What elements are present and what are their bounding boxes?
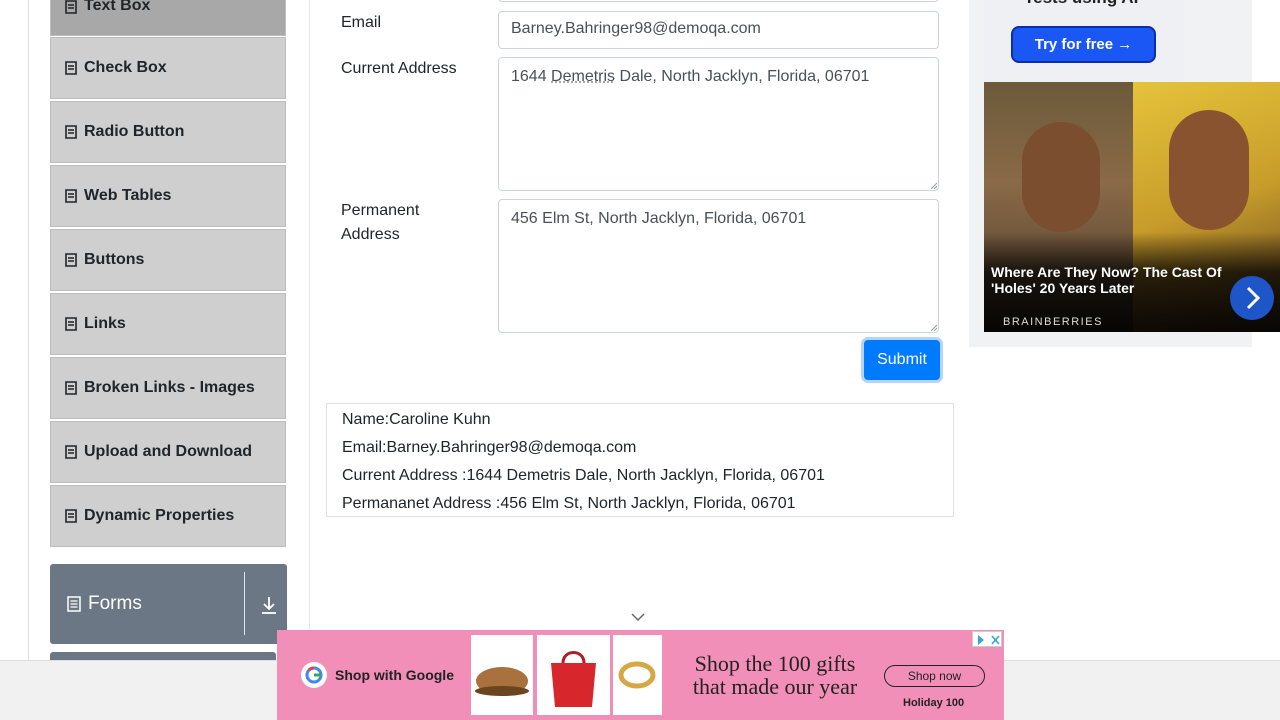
holiday-label: Holiday 100: [903, 697, 965, 709]
ad-copy: Shop the 100 gifts that made our year: [692, 651, 858, 699]
group-divider: [244, 572, 245, 635]
sidebar-item-broken-links[interactable]: Broken Links - Images: [50, 357, 286, 419]
chevron-down-icon[interactable]: [631, 612, 645, 622]
ad-choices-icon[interactable]: [972, 631, 1002, 647]
email-field[interactable]: [498, 11, 939, 49]
ad-brand: BRAINBERRIES: [1003, 316, 1103, 328]
permanent-address-field[interactable]: 456 Elm St, North Jacklyn, Florida, 0670…: [498, 199, 939, 333]
sidebar-group-label: Forms: [88, 593, 142, 614]
sidebar-group-forms[interactable]: Forms: [50, 564, 287, 644]
form-item-icon: [65, 189, 77, 203]
form-item-icon: [65, 125, 77, 139]
sidebar-item-check-box[interactable]: Check Box: [50, 37, 286, 99]
chevron-right-icon: [1246, 286, 1261, 310]
sidebar-item-buttons[interactable]: Buttons: [50, 229, 286, 291]
output-panel: Name:Caroline Kuhn Email:Barney.Bahringe…: [326, 403, 954, 517]
current-address-label: Current Address: [341, 60, 457, 77]
submit-button[interactable]: Submit: [864, 340, 940, 380]
previous-field-bottom: [498, 0, 939, 2]
email-label: Email: [341, 14, 382, 31]
sidebar-item-dynamic-properties[interactable]: Dynamic Properties: [50, 485, 286, 547]
form-item-icon: [65, 317, 77, 331]
content-divider: [309, 0, 310, 720]
form-item-icon: [65, 509, 77, 523]
form-item-icon: [65, 0, 77, 14]
sidebar-item-label: Text Box: [84, 0, 151, 14]
shop-with-google-label: Shop with Google: [335, 667, 454, 683]
left-border: [28, 0, 29, 720]
google-icon: [301, 662, 327, 688]
sidebar-item-label: Web Tables: [84, 187, 172, 204]
product-bag[interactable]: [537, 635, 610, 715]
shop-with-google-badge: Shop with Google: [301, 662, 454, 688]
shop-now-button[interactable]: Shop now: [884, 665, 985, 687]
ad-banner-bottom[interactable]: Shop with Google Shop the 100 gifts that…: [277, 630, 1004, 720]
sidebar-item-label: Buttons: [84, 251, 145, 268]
form-item-icon: [65, 381, 77, 395]
output-current-address: Current Address :1644 Demetris Dale, Nor…: [342, 467, 825, 484]
form-item-icon: [65, 253, 77, 267]
try-for-free-button[interactable]: Try for free →: [1011, 26, 1156, 63]
next-arrow-button[interactable]: [1230, 276, 1274, 320]
sidebar-item-label: Radio Button: [84, 123, 185, 140]
product-slipper[interactable]: [471, 635, 533, 715]
sidebar-item-text-box[interactable]: Text Box: [50, 0, 286, 36]
sidebar-item-links[interactable]: Links: [50, 293, 286, 355]
label-line: Address: [341, 226, 400, 243]
download-icon[interactable]: [259, 594, 279, 616]
resize-grip-icon[interactable]: [929, 181, 937, 189]
sidebar-item-label: Links: [84, 315, 126, 332]
permanent-address-label: Permanent Address: [341, 199, 419, 247]
sidebar-item-label: Check Box: [84, 59, 167, 76]
ad-person: [1169, 110, 1249, 230]
sidebar-item-label: Dynamic Properties: [84, 507, 235, 524]
current-address-field[interactable]: 1644 Demetris Dale, North Jacklyn, Flori…: [498, 57, 939, 191]
output-name: Name:Caroline Kuhn: [342, 411, 491, 428]
label-line: Permanent: [341, 202, 420, 219]
sidebar-item-upload-download[interactable]: Upload and Download: [50, 421, 286, 483]
sidebar-item-label: Upload and Download: [84, 443, 252, 460]
output-permanent-address: Permananet Address :456 Elm St, North Ja…: [342, 495, 796, 512]
document-icon: [67, 596, 81, 612]
ad-headline[interactable]: Where Are They Now? The Cast Of 'Holes' …: [991, 264, 1231, 296]
ad-tagline: Tests using AI: [1024, 0, 1138, 8]
form-item-icon: [65, 445, 77, 459]
address-text-prefix: 1644: [511, 68, 552, 85]
sidebar-item-label: Broken Links - Images: [84, 379, 255, 396]
spellcheck-word: Demetris: [551, 68, 616, 85]
address-text-suffix: Dale, North Jacklyn, Florida, 06701: [615, 68, 870, 85]
form-item-icon: [65, 61, 77, 75]
product-ring[interactable]: [613, 635, 662, 715]
ad-person: [1022, 122, 1100, 232]
resize-grip-icon[interactable]: [929, 323, 937, 331]
output-email: Email:Barney.Bahringer98@demoqa.com: [342, 439, 637, 456]
sidebar-item-web-tables[interactable]: Web Tables: [50, 165, 286, 227]
sidebar-item-radio-button[interactable]: Radio Button: [50, 101, 286, 163]
